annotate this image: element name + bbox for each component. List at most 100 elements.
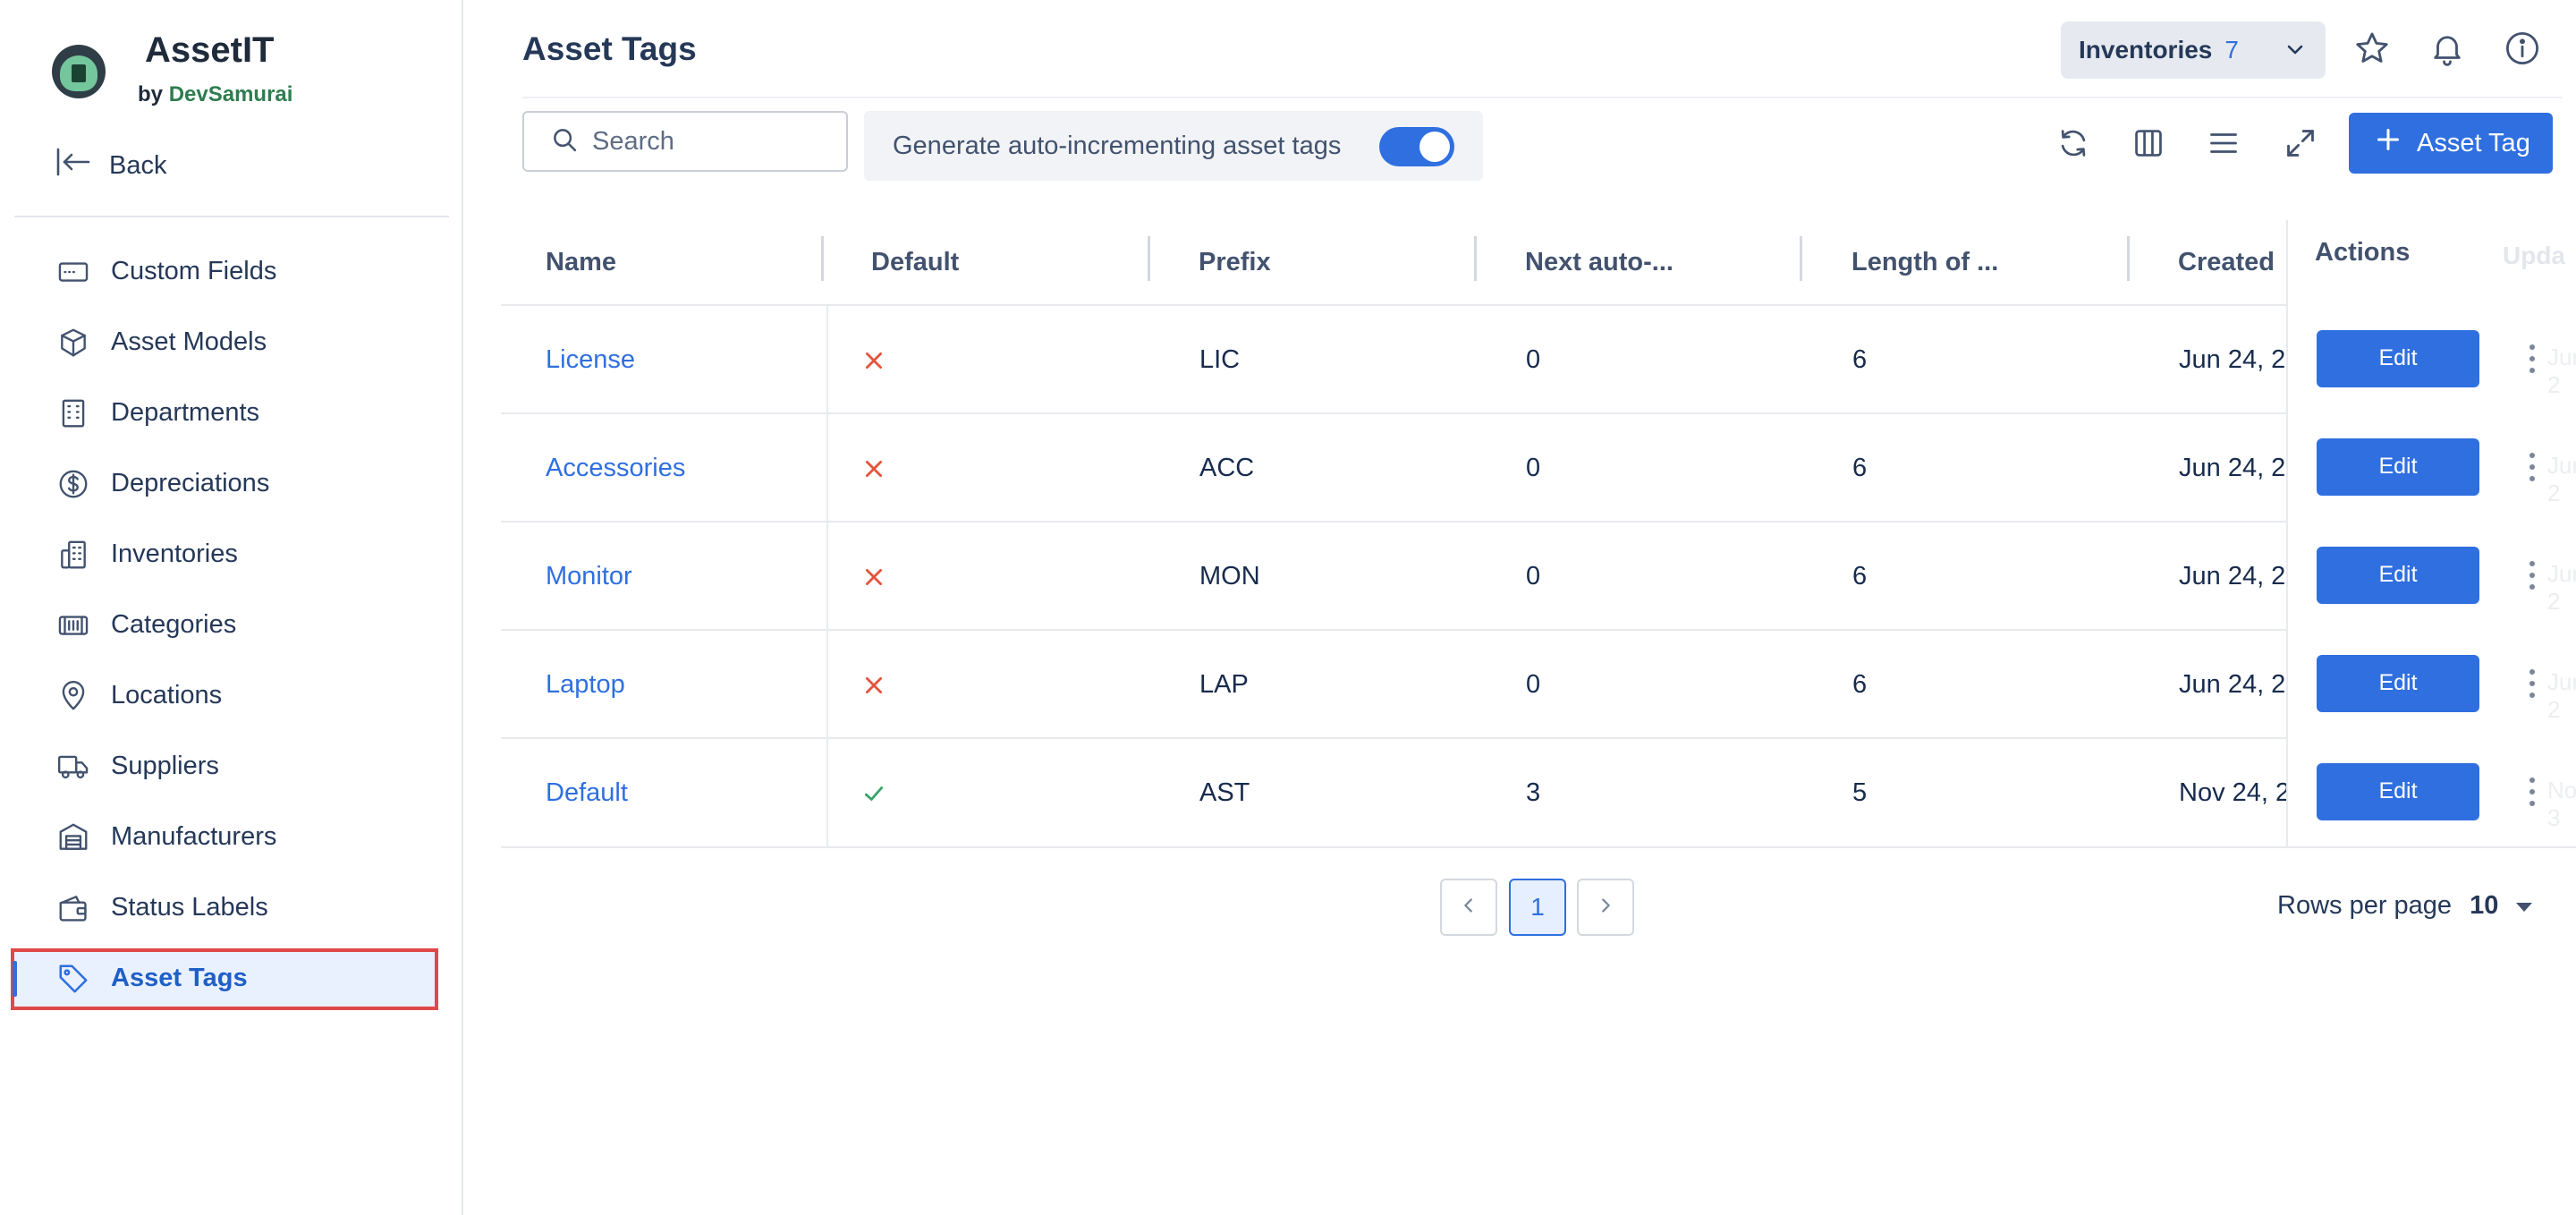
- edit-button[interactable]: Edit: [2317, 546, 2479, 604]
- more-options-icon[interactable]: [2519, 662, 2546, 705]
- edit-button[interactable]: Edit: [2317, 762, 2479, 820]
- back-arrow-icon: [55, 146, 91, 185]
- bell-icon[interactable]: [2426, 27, 2469, 70]
- more-options-icon[interactable]: [2519, 337, 2546, 380]
- cross-icon: [862, 631, 886, 739]
- add-asset-tag-label: Asset Tag: [2417, 128, 2530, 157]
- column-header-length[interactable]: Length of ...: [1852, 220, 1998, 304]
- autogen-setting: Generate auto-incrementing asset tags: [864, 111, 1483, 181]
- brand-name: AssetIT: [145, 30, 275, 70]
- search-box[interactable]: [522, 111, 848, 172]
- created-cell: Jun 24, 2: [2179, 454, 2286, 482]
- back-button[interactable]: Back: [55, 143, 166, 188]
- asset-tag-name-link[interactable]: Monitor: [546, 523, 632, 631]
- edit-button[interactable]: Edit: [2317, 438, 2479, 496]
- asset-tag-name-link[interactable]: License: [546, 306, 635, 414]
- sidebar-item-depreciations[interactable]: Depreciations: [0, 448, 462, 519]
- search-input[interactable]: [592, 126, 825, 157]
- sidebar-item-label: Status Labels: [111, 893, 268, 922]
- sidebar-item-asset-tags[interactable]: Asset Tags: [0, 943, 462, 1014]
- next-page-button[interactable]: [1577, 879, 1634, 936]
- next-auto-cell: 0: [1526, 345, 1541, 374]
- more-options-icon[interactable]: [2519, 554, 2546, 597]
- prefix-cell: AST: [1199, 778, 1250, 807]
- column-header-name[interactable]: Name: [546, 220, 616, 304]
- settings-nav: Custom Fields Asset Models Departments Depr…: [0, 236, 462, 1014]
- created-cell: Nov 24, 2: [2179, 778, 2291, 807]
- asset-tags-table: Name Default Prefix Next auto-... Length…: [501, 220, 2576, 939]
- more-options-icon[interactable]: [2519, 770, 2546, 813]
- column-header-default[interactable]: Default: [871, 220, 959, 304]
- next-auto-cell: 3: [1526, 778, 1541, 807]
- asset-tag-name-link[interactable]: Accessories: [546, 414, 685, 523]
- brand[interactable]: AssetIT by DevSamurai: [50, 30, 444, 116]
- truck-icon: [55, 749, 91, 785]
- star-icon[interactable]: [2351, 27, 2394, 70]
- prev-page-button[interactable]: [1440, 879, 1497, 936]
- asset-tag-name-link[interactable]: Laptop: [546, 631, 625, 739]
- created-cell: Jun 24, 2: [2179, 345, 2286, 374]
- column-header-prefix[interactable]: Prefix: [1199, 220, 1271, 304]
- rows-per-page-select[interactable]: 10: [2470, 891, 2534, 921]
- more-options-icon[interactable]: [2519, 446, 2546, 489]
- brand-by-text: by: [138, 82, 164, 106]
- column-resizer[interactable]: [1148, 236, 1150, 281]
- inventories-count: 7: [2224, 36, 2239, 64]
- header-divider: [522, 97, 2562, 98]
- column-resizer[interactable]: [2127, 236, 2130, 281]
- sidebar-item-suppliers[interactable]: Suppliers: [0, 731, 462, 802]
- edit-button[interactable]: Edit: [2317, 329, 2479, 387]
- refresh-icon[interactable]: [2052, 122, 2095, 165]
- column-resizer[interactable]: [1800, 236, 1802, 281]
- columns-icon[interactable]: [2127, 122, 2170, 165]
- column-resizer[interactable]: [821, 236, 824, 281]
- inventories-selector[interactable]: Inventories 7: [2061, 21, 2326, 79]
- edit-button[interactable]: Edit: [2317, 654, 2479, 712]
- name-column-divider: [826, 304, 828, 846]
- tag-icon: [55, 961, 91, 997]
- active-indicator: [13, 961, 17, 997]
- next-auto-cell: 0: [1526, 670, 1541, 699]
- sidebar-item-label: Asset Models: [111, 327, 267, 356]
- location-pin-icon: [55, 678, 91, 714]
- column-header-next-auto[interactable]: Next auto-...: [1525, 220, 1674, 304]
- asset-tag-name-link[interactable]: Default: [546, 739, 628, 847]
- actions-column: Actions Upda Edit Jun 2 Edit Jun 2 Edit Jun 2…: [2286, 220, 2576, 846]
- check-icon: [862, 739, 886, 847]
- column-header-updated: Upda: [2503, 242, 2565, 269]
- length-cell: 6: [1852, 454, 1868, 482]
- length-cell: 6: [1852, 345, 1868, 374]
- cross-icon: [862, 523, 886, 631]
- table-row: Accessories ACC 0 6 Jun 24, 2: [501, 412, 2576, 521]
- autogen-toggle[interactable]: [1379, 127, 1454, 166]
- sidebar-item-label: Depreciations: [111, 469, 270, 497]
- cross-icon: [862, 414, 886, 523]
- sidebar-item-label: Departments: [111, 398, 260, 427]
- page-1-button[interactable]: 1: [1509, 879, 1566, 936]
- depreciations-icon: [55, 466, 91, 502]
- sidebar-item-custom-fields[interactable]: Custom Fields: [0, 236, 462, 307]
- back-label: Back: [109, 150, 167, 180]
- sidebar-item-status-labels[interactable]: Status Labels: [0, 872, 462, 943]
- rows-per-page-value: 10: [2470, 891, 2499, 920]
- sidebar-item-manufacturers[interactable]: Manufacturers: [0, 802, 462, 872]
- density-icon[interactable]: [2202, 122, 2245, 165]
- info-icon[interactable]: [2501, 27, 2544, 70]
- inventories-icon: [55, 537, 91, 573]
- sidebar-item-asset-models[interactable]: Asset Models: [0, 307, 462, 378]
- sidebar-item-categories[interactable]: Categories: [0, 590, 462, 660]
- length-cell: 6: [1852, 670, 1868, 699]
- add-asset-tag-button[interactable]: Asset Tag: [2349, 113, 2553, 174]
- column-header-created[interactable]: Created: [2178, 220, 2275, 304]
- sidebar-item-locations[interactable]: Locations: [0, 660, 462, 731]
- fullscreen-icon[interactable]: [2279, 122, 2322, 165]
- table-row: Monitor MON 0 6 Jun 24, 2: [501, 521, 2576, 629]
- sidebar-item-inventories[interactable]: Inventories: [0, 519, 462, 590]
- departments-icon: [55, 395, 91, 431]
- warehouse-icon: [55, 820, 91, 855]
- column-resizer[interactable]: [1474, 236, 1477, 281]
- prefix-cell: MON: [1199, 562, 1260, 591]
- sidebar-item-departments[interactable]: Departments: [0, 378, 462, 448]
- prefix-cell: LAP: [1199, 670, 1249, 699]
- autogen-label: Generate auto-incrementing asset tags: [893, 131, 1342, 160]
